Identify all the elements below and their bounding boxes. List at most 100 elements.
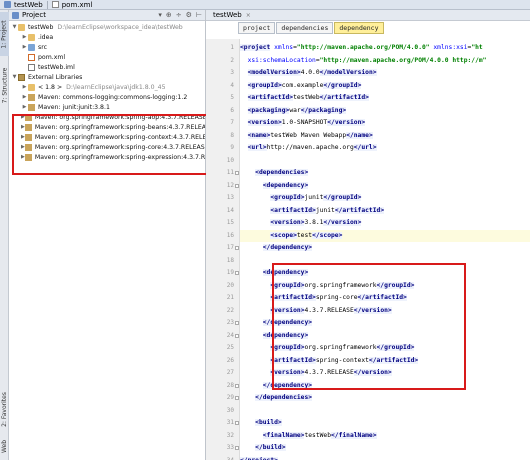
code-line[interactable]: <modelVersion>4.0.0</modelVersion> (240, 67, 530, 80)
code-line[interactable]: <artifactId>junit</artifactId> (240, 205, 530, 218)
close-icon[interactable]: × (246, 12, 251, 19)
code-area[interactable]: <project xmlns="http://maven.apache.org/… (240, 39, 530, 460)
tab-project[interactable]: 1: Project (0, 12, 9, 56)
tree-item[interactable]: ▼ External Libraries (9, 72, 205, 82)
tree-item[interactable]: ▶ Maven: org.springframework:spring-beans… (9, 122, 205, 132)
code-line[interactable]: <project xmlns="http://maven.apache.org/… (240, 42, 530, 55)
tree-item[interactable]: ▶ .idea (9, 32, 205, 42)
code-line[interactable]: <version>4.3.7.RELEASE</version> (240, 367, 530, 380)
tree-item[interactable]: ▶ < 1.8 > D:\learnEclipse\java\jdk1.8.0_45 (9, 82, 205, 92)
code-line[interactable]: <groupId>junit</groupId> (240, 192, 530, 205)
code-line[interactable]: <version>4.3.7.RELEASE</version> (240, 305, 530, 318)
code-line[interactable]: <packaging>war</packaging> (240, 105, 530, 118)
breadcrumb-tag[interactable]: dependencies (276, 22, 334, 34)
fold-marker-icon[interactable] (235, 396, 239, 400)
breadcrumb-tag[interactable]: dependency (334, 22, 384, 34)
code-line[interactable]: <groupId>com.example</groupId> (240, 80, 530, 93)
expand-arrow-icon[interactable]: ▼ (11, 74, 18, 80)
line-number: 25 (226, 344, 234, 351)
tree-item-label: src (38, 43, 48, 51)
project-panel-title[interactable]: Project (22, 11, 154, 19)
fold-marker-icon[interactable] (235, 183, 239, 188)
tree-item-label: Maven: org.springframework:spring-beans:… (34, 123, 206, 131)
code-line[interactable]: <groupId>org.springframework</groupId> (240, 342, 530, 355)
hide-icon[interactable]: ⊢ (196, 11, 202, 19)
tab-favorites[interactable]: 2: Favorites (0, 385, 9, 433)
tree-item[interactable]: ▶ Maven: org.springframework:spring-aop:4… (9, 112, 205, 122)
fold-marker-icon[interactable] (235, 171, 239, 175)
collapse-arrow-icon[interactable]: ▶ (21, 94, 28, 100)
chevron-down-icon[interactable]: ▾ (158, 11, 162, 19)
fold-marker-icon[interactable] (235, 421, 239, 425)
line-number: 16 (226, 231, 234, 239)
jar-icon (24, 123, 32, 131)
code-line[interactable]: <version>3.8.1</version> (240, 217, 530, 230)
tree-item[interactable]: ▶ Maven: junit:junit:3.8.1 (9, 102, 205, 112)
collapse-arrow-icon[interactable]: ▶ (21, 104, 28, 110)
breadcrumb-file[interactable]: pom.xml (48, 0, 97, 10)
code-line[interactable]: </build> (240, 442, 530, 455)
code-line[interactable]: </dependency> (240, 242, 530, 255)
gear-icon[interactable]: ⚙ (186, 11, 192, 19)
collapse-icon[interactable]: ÷ (176, 11, 182, 19)
code-line[interactable]: <finalName>testWeb</finalName> (240, 430, 530, 443)
code-line[interactable] (240, 255, 530, 268)
tree-item[interactable]: pom.xml (9, 52, 205, 62)
code-line[interactable]: xsi:schemaLocation="http://maven.apache.… (240, 55, 530, 68)
tree-item[interactable]: ▶ src (9, 42, 205, 52)
tree-item-path: D:\learnEclipse\java\jdk1.8.0_45 (66, 83, 166, 91)
editor-tab[interactable]: testWeb × (209, 10, 255, 20)
folder-icon (28, 33, 35, 41)
line-number: 9 (230, 144, 234, 151)
code-line[interactable]: <artifactId>testWeb</artifactId> (240, 92, 530, 105)
fold-marker-icon[interactable] (235, 333, 239, 338)
code-line[interactable]: <artifactId>spring-context</artifactId> (240, 355, 530, 368)
tree-item[interactable]: ▶ Maven: org.springframework:spring-core:… (9, 142, 205, 152)
tree-item[interactable]: ▶ Maven: org.springframework:spring-conte… (9, 132, 205, 142)
tree-item[interactable]: ▶ Maven: commons-logging:commons-logging:… (9, 92, 205, 102)
fold-marker-icon[interactable] (235, 446, 239, 450)
code-line[interactable]: <dependency> (240, 180, 530, 193)
fold-marker-icon[interactable] (235, 383, 239, 388)
code-line[interactable]: <artifactId>spring-core</artifactId> (240, 292, 530, 305)
tab-web[interactable]: Web (0, 436, 9, 456)
collapse-arrow-icon[interactable]: ▶ (21, 44, 28, 50)
code-line[interactable]: </project> (240, 455, 530, 460)
code-line[interactable]: <build> (240, 417, 530, 430)
jar-icon (28, 93, 35, 101)
code-line[interactable]: </dependency> (240, 317, 530, 330)
fold-marker-icon[interactable] (235, 271, 239, 275)
code-line[interactable]: </dependencies> (240, 392, 530, 405)
code-line[interactable]: <dependency> (240, 267, 530, 280)
code-line[interactable]: <url>http://maven.apache.org</url> (240, 142, 530, 155)
line-number: 14 (226, 206, 234, 214)
breadcrumb-project[interactable]: testWeb (0, 0, 47, 10)
line-number: 26 (226, 356, 234, 364)
tree-item[interactable]: ▶ Maven: org.springframework:spring-expre… (9, 152, 205, 162)
line-numbers: 1 2 3 4 5 6 7 8 9 10 11 12 13 14 15 16 17 18 19 20 21 22 23 24 2… (206, 39, 240, 460)
collapse-arrow-icon[interactable]: ▶ (21, 34, 28, 40)
fold-marker-icon[interactable] (235, 246, 239, 250)
breadcrumb-tag[interactable]: project (238, 22, 276, 34)
code-line[interactable]: <version>1.0-SNAPSHOT</version> (240, 117, 530, 130)
tree-item[interactable]: ▼ testWeb D:\learnEclipse\workspace_idea\t… (9, 22, 205, 32)
tab-structure[interactable]: 7: Structure (0, 60, 9, 110)
code-line[interactable] (240, 155, 530, 168)
fold-marker-icon[interactable] (235, 321, 239, 325)
jdk-icon (28, 83, 35, 91)
code-line[interactable] (240, 405, 530, 418)
code-line[interactable]: <groupId>org.springframework</groupId> (240, 280, 530, 293)
tree-item[interactable]: testWeb.iml (9, 62, 205, 72)
line-number: 29 (226, 394, 234, 401)
xml-file-icon (28, 53, 35, 61)
code-line[interactable]: <scope>test</scope> (240, 229, 530, 242)
collapse-arrow-icon[interactable]: ▶ (21, 84, 28, 90)
code-line[interactable]: <dependencies> (240, 167, 530, 180)
sync-icon[interactable]: ⊕ (166, 11, 172, 19)
line-number: 15 (226, 219, 234, 226)
code-line[interactable]: <name>testWeb Maven Webapp</name> (240, 130, 530, 143)
expand-arrow-icon[interactable]: ▼ (11, 24, 18, 30)
code-line[interactable]: </dependency> (240, 380, 530, 393)
project-view-icon (12, 11, 19, 19)
code-line[interactable]: <dependency> (240, 330, 530, 343)
